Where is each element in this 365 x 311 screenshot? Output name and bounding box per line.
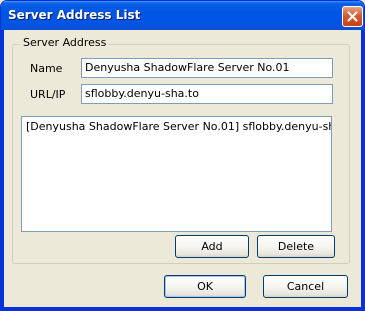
server-list[interactable]: [Denyusha ShadowFlare Server No.01] sflo… [21, 116, 332, 232]
close-icon [347, 11, 358, 22]
title-bar[interactable]: Server Address List [1, 1, 364, 30]
name-label: Name [30, 62, 63, 75]
server-address-group-label: Server Address [20, 36, 110, 50]
url-ip-label: URL/IP [30, 88, 66, 101]
server-address-list-dialog: Server Address List Server Address Name … [0, 0, 365, 311]
window-title: Server Address List [8, 8, 141, 22]
cancel-button[interactable]: Cancel [263, 275, 348, 298]
url-ip-input[interactable]: sflobby.denyu-sha.to [81, 84, 333, 104]
server-list-item[interactable]: [Denyusha ShadowFlare Server No.01] sflo… [26, 120, 331, 134]
window-border-bottom [1, 307, 364, 310]
delete-button[interactable]: Delete [257, 235, 335, 258]
close-button[interactable] [342, 6, 363, 27]
add-button[interactable]: Add [175, 235, 249, 258]
window-border-right [361, 30, 364, 310]
ok-button[interactable]: OK [164, 275, 246, 298]
window-border-left [1, 30, 4, 310]
name-input[interactable]: Denyusha ShadowFlare Server No.01 [81, 58, 333, 78]
